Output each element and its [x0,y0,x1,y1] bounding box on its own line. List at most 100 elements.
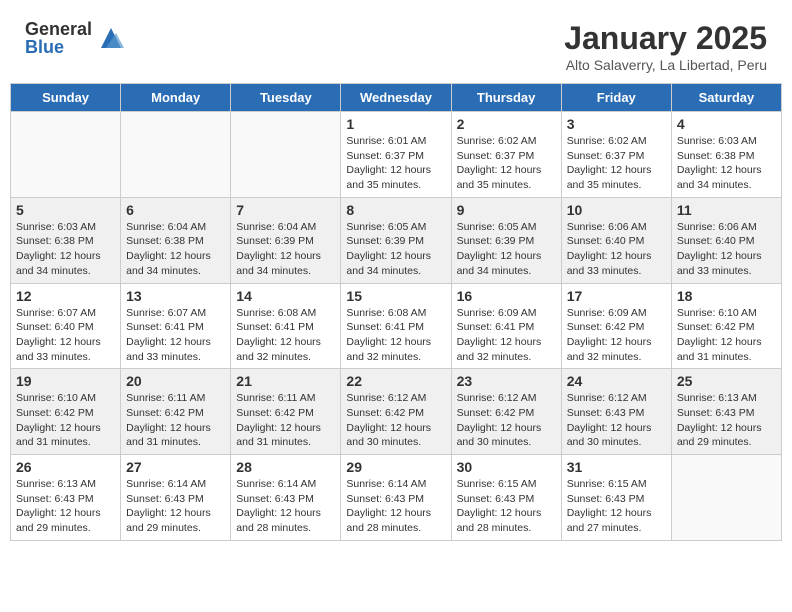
day-number: 14 [236,288,335,304]
day-info: Sunrise: 6:12 AM Sunset: 6:43 PM Dayligh… [567,391,666,450]
calendar-cell: 26Sunrise: 6:13 AM Sunset: 6:43 PM Dayli… [11,455,121,541]
calendar-cell: 22 Sunrise: 6:12 AM Sunset: 6:42 PM Dayli… [341,369,451,455]
day-info: Sunrise: 6:02 AM Sunset: 6:37 PM Dayligh… [567,134,666,193]
calendar-week-0: 1Sunrise: 6:01 AM Sunset: 6:37 PM Daylig… [11,112,782,198]
day-number: 31 [567,459,666,475]
day-number: 15 [346,288,445,304]
calendar-cell: 7 Sunrise: 6:04 AM Sunset: 6:39 PM Daylig… [231,197,341,283]
day-info: Sunrise: 6:08 AM Sunset: 6:41 PM Dayligh… [236,306,335,365]
calendar-cell: 8 Sunrise: 6:05 AM Sunset: 6:39 PM Daylig… [341,197,451,283]
calendar-cell: 29 Sunrise: 6:14 AM Sunset: 6:43 PM Dayli… [341,455,451,541]
day-number: 9 [457,202,556,218]
logo-general-text: General [25,20,92,38]
day-info: Sunrise: 6:06 AM Sunset: 6:40 PM Dayligh… [677,220,776,279]
day-number: 7 [236,202,335,218]
day-number: 29 [346,459,445,475]
day-info: Sunrise: 6:11 AM Sunset: 6:42 PM Dayligh… [126,391,225,450]
day-number: 8 [346,202,445,218]
calendar-cell: 10 Sunrise: 6:06 AM Sunset: 6:40 PM Dayli… [561,197,671,283]
day-info: Sunrise: 6:09 AM Sunset: 6:41 PM Dayligh… [457,306,556,365]
calendar-cell: 16Sunrise: 6:09 AM Sunset: 6:41 PM Dayli… [451,283,561,369]
calendar-week-3: 19 Sunrise: 6:10 AM Sunset: 6:42 PM Dayli… [11,369,782,455]
day-number: 10 [567,202,666,218]
day-info: Sunrise: 6:10 AM Sunset: 6:42 PM Dayligh… [677,306,776,365]
day-info: Sunrise: 6:08 AM Sunset: 6:41 PM Dayligh… [346,306,445,365]
day-info: Sunrise: 6:13 AM Sunset: 6:43 PM Dayligh… [16,477,115,536]
weekday-header-wednesday: Wednesday [341,84,451,112]
day-info: Sunrise: 6:09 AM Sunset: 6:42 PM Dayligh… [567,306,666,365]
calendar-cell: 25 Sunrise: 6:13 AM Sunset: 6:43 PM Dayli… [671,369,781,455]
calendar-cell: 6Sunrise: 6:04 AM Sunset: 6:38 PM Daylig… [121,197,231,283]
calendar-cell: 13Sunrise: 6:07 AM Sunset: 6:41 PM Dayli… [121,283,231,369]
day-number: 19 [16,373,115,389]
calendar-week-4: 26Sunrise: 6:13 AM Sunset: 6:43 PM Dayli… [11,455,782,541]
day-info: Sunrise: 6:15 AM Sunset: 6:43 PM Dayligh… [457,477,556,536]
calendar-cell: 9 Sunrise: 6:05 AM Sunset: 6:39 PM Daylig… [451,197,561,283]
day-info: Sunrise: 6:03 AM Sunset: 6:38 PM Dayligh… [677,134,776,193]
calendar-cell: 3 Sunrise: 6:02 AM Sunset: 6:37 PM Daylig… [561,112,671,198]
day-number: 2 [457,116,556,132]
calendar-cell: 12 Sunrise: 6:07 AM Sunset: 6:40 PM Dayli… [11,283,121,369]
day-info: Sunrise: 6:14 AM Sunset: 6:43 PM Dayligh… [126,477,225,536]
calendar-cell [671,455,781,541]
calendar-cell: 1Sunrise: 6:01 AM Sunset: 6:37 PM Daylig… [341,112,451,198]
day-number: 22 [346,373,445,389]
day-number: 25 [677,373,776,389]
logo: General Blue [25,20,126,56]
day-number: 27 [126,459,225,475]
weekday-header-monday: Monday [121,84,231,112]
calendar-cell: 17 Sunrise: 6:09 AM Sunset: 6:42 PM Dayli… [561,283,671,369]
calendar-cell: 21 Sunrise: 6:11 AM Sunset: 6:42 PM Dayli… [231,369,341,455]
day-info: Sunrise: 6:03 AM Sunset: 6:38 PM Dayligh… [16,220,115,279]
calendar-week-1: 5Sunrise: 6:03 AM Sunset: 6:38 PM Daylig… [11,197,782,283]
weekday-header-saturday: Saturday [671,84,781,112]
day-info: Sunrise: 6:10 AM Sunset: 6:42 PM Dayligh… [16,391,115,450]
day-number: 21 [236,373,335,389]
day-info: Sunrise: 6:04 AM Sunset: 6:39 PM Dayligh… [236,220,335,279]
calendar-cell: 11Sunrise: 6:06 AM Sunset: 6:40 PM Dayli… [671,197,781,283]
day-info: Sunrise: 6:14 AM Sunset: 6:43 PM Dayligh… [346,477,445,536]
day-number: 20 [126,373,225,389]
logo-blue-text: Blue [25,38,92,56]
weekday-header-friday: Friday [561,84,671,112]
day-info: Sunrise: 6:01 AM Sunset: 6:37 PM Dayligh… [346,134,445,193]
calendar-cell [231,112,341,198]
calendar-cell [121,112,231,198]
day-number: 18 [677,288,776,304]
day-number: 30 [457,459,556,475]
title-area: January 2025 Alto Salaverry, La Libertad… [564,20,767,73]
calendar-cell: 27 Sunrise: 6:14 AM Sunset: 6:43 PM Dayli… [121,455,231,541]
day-info: Sunrise: 6:02 AM Sunset: 6:37 PM Dayligh… [457,134,556,193]
day-info: Sunrise: 6:07 AM Sunset: 6:40 PM Dayligh… [16,306,115,365]
day-info: Sunrise: 6:14 AM Sunset: 6:43 PM Dayligh… [236,477,335,536]
weekday-header-thursday: Thursday [451,84,561,112]
calendar-cell: 28Sunrise: 6:14 AM Sunset: 6:43 PM Dayli… [231,455,341,541]
day-info: Sunrise: 6:12 AM Sunset: 6:42 PM Dayligh… [457,391,556,450]
calendar-cell: 15 Sunrise: 6:08 AM Sunset: 6:41 PM Dayli… [341,283,451,369]
day-number: 6 [126,202,225,218]
weekday-header-row: SundayMondayTuesdayWednesdayThursdayFrid… [11,84,782,112]
calendar-cell: 31 Sunrise: 6:15 AM Sunset: 6:43 PM Dayli… [561,455,671,541]
day-number: 3 [567,116,666,132]
calendar-cell: 2 Sunrise: 6:02 AM Sunset: 6:37 PM Daylig… [451,112,561,198]
calendar-cell: 19 Sunrise: 6:10 AM Sunset: 6:42 PM Dayli… [11,369,121,455]
day-info: Sunrise: 6:15 AM Sunset: 6:43 PM Dayligh… [567,477,666,536]
day-info: Sunrise: 6:06 AM Sunset: 6:40 PM Dayligh… [567,220,666,279]
day-number: 17 [567,288,666,304]
weekday-header-tuesday: Tuesday [231,84,341,112]
calendar-cell: 30 Sunrise: 6:15 AM Sunset: 6:43 PM Dayli… [451,455,561,541]
day-info: Sunrise: 6:13 AM Sunset: 6:43 PM Dayligh… [677,391,776,450]
calendar-table: SundayMondayTuesdayWednesdayThursdayFrid… [10,83,782,541]
day-number: 23 [457,373,556,389]
day-info: Sunrise: 6:05 AM Sunset: 6:39 PM Dayligh… [457,220,556,279]
calendar-cell: 14 Sunrise: 6:08 AM Sunset: 6:41 PM Dayli… [231,283,341,369]
day-info: Sunrise: 6:11 AM Sunset: 6:42 PM Dayligh… [236,391,335,450]
logo-icon [96,23,126,53]
month-title: January 2025 [564,20,767,57]
day-info: Sunrise: 6:05 AM Sunset: 6:39 PM Dayligh… [346,220,445,279]
day-info: Sunrise: 6:12 AM Sunset: 6:42 PM Dayligh… [346,391,445,450]
day-number: 24 [567,373,666,389]
day-number: 12 [16,288,115,304]
weekday-header-sunday: Sunday [11,84,121,112]
calendar-cell: 24 Sunrise: 6:12 AM Sunset: 6:43 PM Dayli… [561,369,671,455]
